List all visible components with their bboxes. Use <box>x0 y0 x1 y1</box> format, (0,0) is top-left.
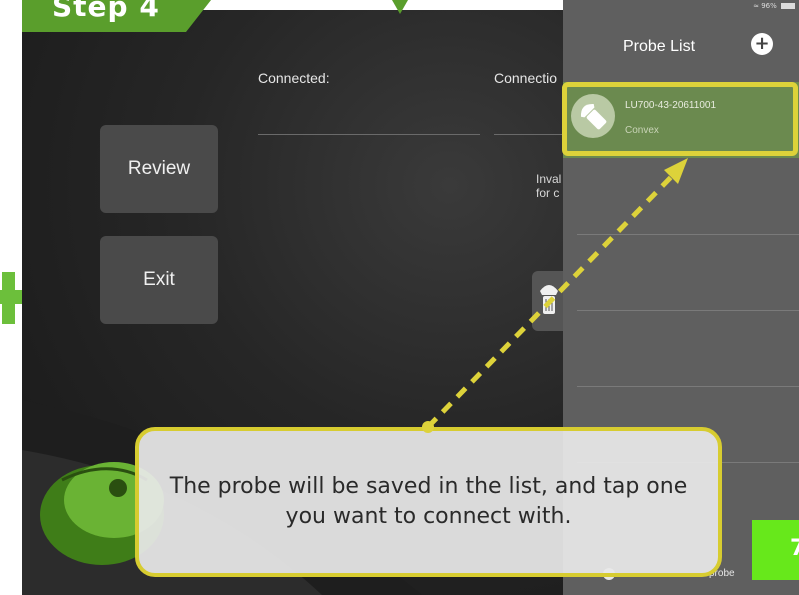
list-divider <box>577 310 799 311</box>
battery-icon <box>781 3 795 9</box>
top-arrow-indicator <box>392 0 408 14</box>
left-plus-marker <box>0 272 22 324</box>
connected-label: Connected: <box>258 70 330 86</box>
instruction-callout: The probe will be saved in the list, and… <box>135 427 722 577</box>
list-divider <box>577 234 799 235</box>
review-button[interactable]: Review <box>100 125 218 213</box>
step-label: Step 4 <box>52 0 160 23</box>
wifi-icon: ≈ <box>753 2 759 10</box>
side-tab[interactable]: 7 <box>752 520 799 580</box>
probe-list-title: Probe List <box>623 38 696 55</box>
invalid-message: Inval for c <box>536 172 562 200</box>
probe-shortcut-button[interactable] <box>532 271 566 331</box>
side-tab-label: 7 <box>790 536 799 561</box>
status-bar: ≈ 96% <box>753 2 795 10</box>
probe-icon <box>540 285 558 314</box>
callout-text: The probe will be saved in the list, and… <box>169 474 688 529</box>
list-divider <box>577 386 799 387</box>
connected-field-underline <box>258 134 480 135</box>
connection-label: Connectio <box>494 70 558 86</box>
selected-probe-highlight <box>562 82 798 156</box>
battery-percent: 96% <box>761 2 777 10</box>
add-probe-button[interactable]: + <box>751 33 773 55</box>
connection-field-underline <box>494 134 564 135</box>
exit-button[interactable]: Exit <box>100 236 218 324</box>
